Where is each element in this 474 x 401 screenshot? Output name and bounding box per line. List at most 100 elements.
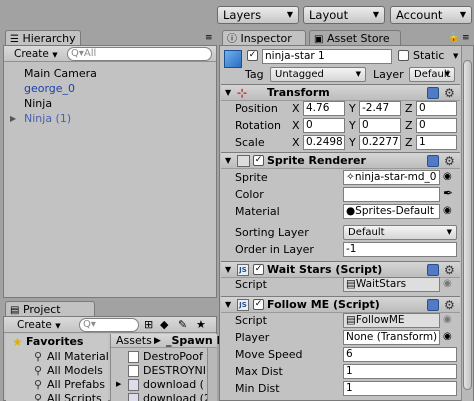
material-label: Material — [235, 205, 280, 218]
object-picker-icon[interactable]: ◉ — [443, 171, 452, 182]
tab-inspector[interactable]: ⓘ Inspector — [222, 30, 306, 46]
object-picker-icon: ◉ — [443, 278, 452, 289]
help-book-icon[interactable] — [427, 87, 439, 99]
material-field[interactable]: ●Sprites-Default — [343, 204, 440, 219]
lock-icon[interactable]: 🔒 — [448, 33, 459, 43]
scrollbar-thumb[interactable] — [463, 60, 472, 390]
wait-stars-enabled-checkbox[interactable]: ✓ — [253, 264, 264, 275]
position-z-field[interactable]: 0 — [416, 101, 457, 116]
favorites-label[interactable]: Favorites — [26, 335, 83, 349]
assets-column: Assets ▶ _Spawn N DestroPoof DESTROYNIN … — [110, 334, 226, 401]
favorite-all-models[interactable]: All Models — [47, 364, 103, 378]
help-book-icon[interactable] — [427, 155, 439, 167]
hierarchy-item-main-camera[interactable]: Main Camera — [24, 66, 97, 81]
wait-stars-header[interactable]: ▼ JS ✓ Wait Stars (Script) ⚙ — [221, 261, 460, 278]
rotation-z-field[interactable]: 0 — [416, 118, 457, 133]
asset-item[interactable]: DestroPoof — [143, 350, 203, 364]
min-dist-field[interactable]: 1 — [343, 381, 457, 396]
breadcrumb-assets[interactable]: Assets — [116, 334, 152, 348]
active-checkbox[interactable]: ✓ — [247, 50, 258, 61]
chevron-down-icon[interactable]: ▼ — [453, 52, 458, 60]
player-field[interactable]: None (Transform) — [343, 330, 440, 345]
script-label: Script — [235, 278, 267, 291]
static-checkbox[interactable] — [398, 50, 409, 61]
favorite-all-materials[interactable]: All Material — [47, 350, 109, 364]
wait-stars-script-field: ▤WaitStars — [343, 277, 440, 292]
position-y-field[interactable]: -2.47 — [359, 101, 401, 116]
project-search-input[interactable]: Q▾ — [79, 318, 139, 332]
layer-dropdown[interactable]: Default ▼ — [409, 67, 455, 82]
script-icon: JS — [237, 264, 249, 276]
move-speed-label: Move Speed — [235, 348, 303, 361]
assets-scrollbar[interactable] — [207, 348, 217, 401]
file-icon — [128, 351, 139, 363]
tag-value: Untagged — [275, 69, 324, 80]
sprite-renderer-header[interactable]: ▼ ✓ Sprite Renderer ⚙ — [221, 152, 460, 169]
asset-item[interactable]: download ( — [143, 378, 204, 392]
star-icon[interactable]: ★ — [196, 318, 206, 331]
sprite-renderer-enabled-checkbox[interactable]: ✓ — [253, 155, 264, 166]
layout-dropdown[interactable]: Layout ▼ — [303, 6, 385, 24]
follow-me-enabled-checkbox[interactable]: ✓ — [253, 299, 264, 310]
gear-icon[interactable]: ⚙ — [444, 264, 455, 276]
project-tab-label: Project — [22, 303, 61, 316]
hierarchy-create-button[interactable]: Create ▼ — [14, 47, 58, 62]
sprite-field[interactable]: ✧ninja-star-md_0 — [343, 170, 440, 185]
help-book-icon[interactable] — [427, 299, 439, 311]
move-speed-field[interactable]: 6 — [343, 347, 457, 362]
expand-arrow-icon[interactable]: ▶ — [116, 380, 121, 388]
object-picker-icon[interactable]: ◉ — [443, 205, 452, 216]
tab-project[interactable]: ▤ Project — [5, 301, 95, 317]
item-label: george_0 — [24, 82, 76, 95]
breadcrumb-spawn[interactable]: _Spawn N — [166, 334, 226, 348]
account-dropdown[interactable]: Account ▼ — [390, 6, 472, 24]
gear-icon[interactable]: ⚙ — [444, 155, 455, 167]
asset-item[interactable]: download (2 — [143, 392, 211, 401]
panel-menu-icon[interactable]: ≡ — [462, 33, 470, 43]
asset-item[interactable]: DESTROYNIN — [143, 364, 214, 378]
favorite-all-scripts[interactable]: All Scripts — [47, 392, 102, 401]
help-book-icon[interactable] — [427, 264, 439, 276]
color-swatch[interactable] — [343, 187, 440, 202]
object-picker-icon[interactable]: ◉ — [443, 331, 452, 342]
tag-dropdown[interactable]: Untagged ▼ — [270, 67, 366, 82]
tab-hierarchy[interactable]: ☰ Hierarchy — [5, 30, 81, 46]
scale-y-field[interactable]: 0.2277 — [359, 135, 401, 150]
gear-icon[interactable]: ⚙ — [444, 299, 455, 311]
rotation-x-field[interactable]: 0 — [303, 118, 345, 133]
star-icon: ★ — [12, 335, 23, 349]
tab-asset-store[interactable]: ▣ Asset Store — [309, 30, 401, 46]
hierarchy-item-george[interactable]: george_0 — [24, 81, 75, 96]
rotation-y-field[interactable]: 0 — [359, 118, 401, 133]
favorite-all-prefabs[interactable]: All Prefabs — [47, 378, 105, 392]
eyedropper-icon[interactable]: ✒ — [443, 186, 453, 200]
hierarchy-item-ninja-1[interactable]: Ninja (1) — [24, 111, 71, 126]
material-sphere-icon: ● — [346, 205, 356, 217]
position-x-field[interactable]: 4.76 — [303, 101, 345, 116]
axis-y-label: Y — [349, 136, 356, 149]
gear-icon[interactable]: ⚙ — [444, 87, 455, 99]
filter-icon[interactable]: ⊞ — [144, 318, 153, 331]
panel-menu-icon[interactable]: ≡ — [205, 33, 213, 43]
inspector-scrollbar[interactable] — [461, 46, 473, 401]
wait-stars-title: Wait Stars (Script) — [267, 263, 383, 276]
scale-z-field[interactable]: 1 — [416, 135, 457, 150]
label-icon[interactable]: ◆ — [160, 318, 168, 331]
transform-header[interactable]: ▼ ⊹ Transform ⚙ — [221, 84, 460, 101]
chevron-down-icon: ▼ — [446, 228, 452, 236]
hierarchy-item-ninja[interactable]: Ninja — [24, 96, 52, 111]
tag-icon[interactable]: ✎ — [178, 318, 187, 331]
expand-arrow-icon[interactable]: ▶ — [10, 114, 16, 123]
sprite-label: Sprite — [235, 171, 268, 184]
scale-x-field[interactable]: 0.2498 — [303, 135, 345, 150]
hierarchy-search-input[interactable]: Q▾All — [67, 47, 212, 61]
create-label: Create — [14, 48, 49, 60]
folder-icon: ▤ — [10, 305, 20, 316]
object-name-field[interactable]: ninja-star 1 — [262, 49, 392, 64]
order-in-layer-field[interactable]: -1 — [343, 242, 457, 257]
max-dist-field[interactable]: 1 — [343, 364, 457, 379]
project-create-button[interactable]: Create ▼ — [17, 318, 61, 333]
sorting-layer-dropdown[interactable]: Default ▼ — [343, 225, 457, 240]
follow-me-header[interactable]: ▼ JS ✓ Follow ME (Script) ⚙ — [221, 296, 460, 313]
layers-dropdown[interactable]: Layers ▼ — [217, 6, 299, 24]
